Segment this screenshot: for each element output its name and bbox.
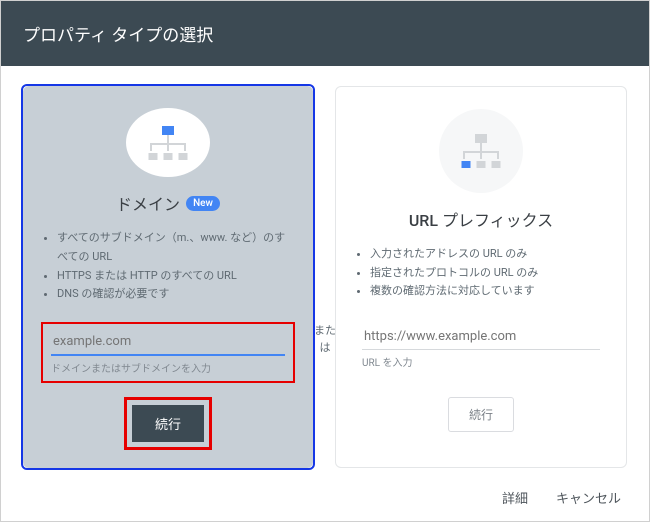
domain-input-label: ドメインまたはサブドメインを入力 (51, 360, 285, 375)
dialog-title: プロパティ タイプの選択 (23, 26, 213, 46)
domain-card[interactable]: ドメイン New すべてのサブドメイン（m.、www. など）のすべての URL… (23, 86, 313, 468)
list-item: HTTPS または HTTP のすべての URL (57, 267, 295, 286)
sitemap-icon (459, 134, 503, 168)
domain-icon-circle (126, 108, 210, 177)
button-highlight: 続行 (124, 397, 212, 450)
url-input-area: URL を入力 (354, 319, 608, 375)
domain-continue-button[interactable]: 続行 (132, 405, 204, 442)
dialog-header: プロパティ タイプの選択 (1, 1, 649, 66)
domain-bullets: すべてのサブドメイン（m.、www. など）のすべての URL HTTPS また… (41, 229, 295, 304)
url-continue-button[interactable]: 続行 (448, 397, 514, 432)
domain-card-title: ドメイン (116, 191, 180, 215)
domain-input[interactable] (51, 330, 285, 356)
dialog-footer: 詳細 キャンセル (1, 474, 649, 521)
url-card-title-row: URL プレフィックス (409, 207, 553, 231)
url-bullets: 入力されたアドレスの URL のみ 指定されたプロトコルの URL のみ 複数の… (354, 245, 608, 301)
property-type-dialog: プロパティ タイプの選択 ドメイン New すべてのサブ (0, 0, 650, 522)
url-input[interactable] (362, 325, 600, 350)
domain-input-area: ドメインまたはサブドメインを入力 (41, 322, 295, 383)
url-button-area: 続行 (354, 397, 608, 432)
list-item: 入力されたアドレスの URL のみ (370, 245, 608, 264)
cards-row: ドメイン New すべてのサブドメイン（m.、www. など）のすべての URL… (23, 86, 627, 468)
url-card-title: URL プレフィックス (409, 207, 553, 231)
sitemap-icon (146, 126, 190, 160)
list-item: すべてのサブドメイン（m.、www. など）のすべての URL (57, 229, 295, 266)
list-item: 複数の確認方法に対応しています (370, 282, 608, 301)
dialog-content: ドメイン New すべてのサブドメイン（m.、www. など）のすべての URL… (1, 66, 649, 474)
url-prefix-card[interactable]: URL プレフィックス 入力されたアドレスの URL のみ 指定されたプロトコル… (335, 86, 627, 468)
domain-card-title-row: ドメイン New (116, 191, 220, 215)
url-input-label: URL を入力 (362, 354, 600, 369)
cancel-link[interactable]: キャンセル (556, 488, 621, 507)
details-link[interactable]: 詳細 (502, 488, 528, 507)
domain-button-area: 続行 (41, 397, 295, 450)
list-item: DNS の確認が必要です (57, 285, 295, 304)
list-item: 指定されたプロトコルの URL のみ (370, 264, 608, 283)
url-icon-circle (439, 109, 523, 193)
new-badge: New (186, 196, 220, 211)
